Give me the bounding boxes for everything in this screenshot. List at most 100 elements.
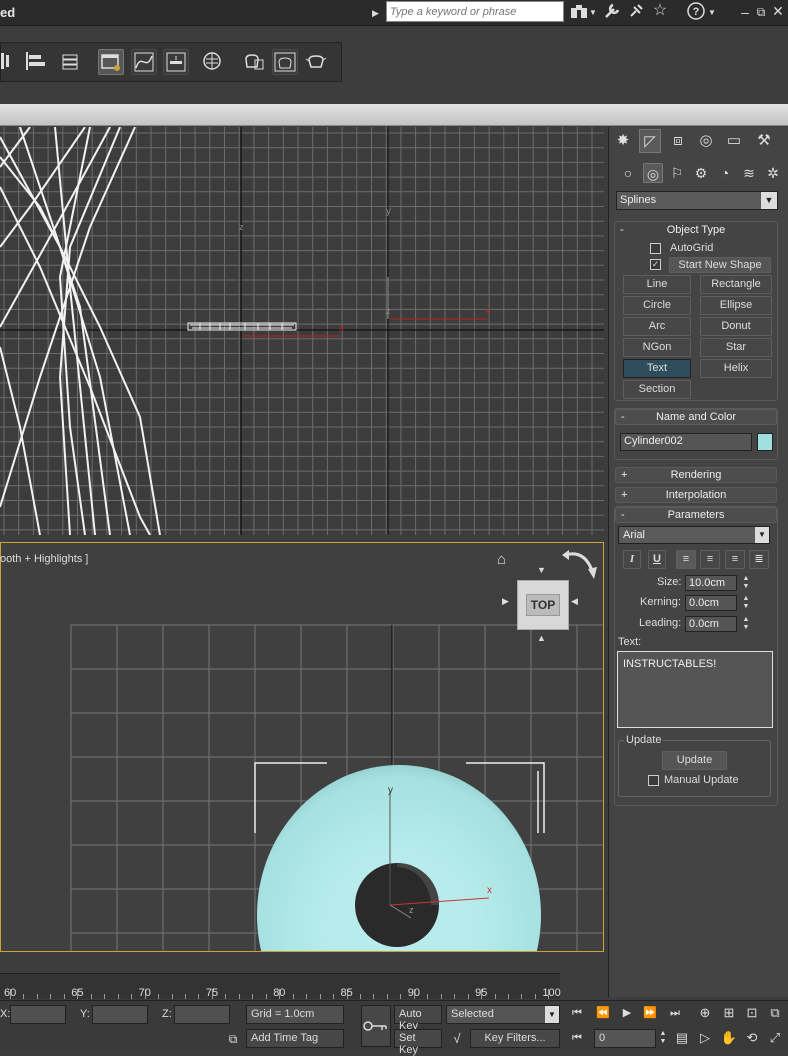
start-new-shape-checkbox[interactable]: ✓ (650, 259, 661, 270)
pan-icon[interactable]: ✋ (720, 1029, 738, 1047)
object-type-button-donut[interactable]: Donut (700, 317, 772, 336)
spacewarps-icon[interactable]: ≋ (739, 163, 759, 183)
auto-key-button[interactable]: Auto Key (394, 1005, 442, 1032)
help-icon[interactable]: ? (686, 2, 706, 24)
tab-modify-icon[interactable]: ◸ (639, 129, 661, 153)
viewcube-arrow-up[interactable]: ▼ (537, 565, 546, 575)
justify-icon[interactable]: ≣ (749, 550, 769, 569)
prev-frame-icon[interactable]: ⏪ (594, 1004, 612, 1022)
category-dropdown[interactable]: Splines ▼ (616, 191, 778, 210)
object-type-button-ngon[interactable]: NGon (623, 338, 691, 357)
scene-explorer-button[interactable] (98, 49, 124, 75)
viewcube[interactable]: TOP (517, 580, 569, 630)
object-type-button-arc[interactable]: Arc (623, 317, 691, 336)
render-setup-button[interactable] (241, 49, 267, 75)
underline-icon[interactable]: U (648, 550, 666, 569)
lights-icon[interactable]: ⚐ (667, 163, 687, 183)
rendered-frame-button[interactable] (272, 49, 298, 75)
y-coord-field[interactable] (92, 1005, 148, 1024)
goto-end-icon[interactable]: ⏭ (666, 1004, 684, 1022)
object-type-button-star[interactable]: Star (700, 338, 772, 357)
render-button[interactable] (304, 49, 330, 75)
text-input[interactable]: INSTRUCTABLES! (617, 651, 773, 728)
key-tangent-icon[interactable]: √ (448, 1030, 466, 1048)
time-tag-icon[interactable]: ⧉ (224, 1030, 242, 1048)
close-icon[interactable]: ✕ (770, 2, 786, 20)
satellite-icon[interactable] (626, 3, 646, 23)
time-config-icon[interactable]: ▤ (673, 1029, 691, 1047)
frame-spinner[interactable]: ▲ ▼ (658, 1030, 668, 1046)
font-dropdown[interactable]: Arial ▼ (618, 526, 770, 544)
set-key-button[interactable]: Set Key (394, 1029, 442, 1056)
align-left-icon[interactable]: ≡ (676, 550, 696, 569)
key-mode-icon[interactable]: ⏮ (568, 1029, 586, 1047)
cameras-icon[interactable]: ⚙ (691, 163, 711, 183)
current-frame-field[interactable]: 0 (594, 1029, 656, 1048)
object-type-button-helix[interactable]: Helix (700, 359, 772, 378)
tab-motion-icon[interactable]: ◎ (695, 129, 717, 153)
update-button[interactable]: Update (662, 751, 727, 770)
binoculars-icon[interactable] (568, 3, 590, 23)
add-time-tag-button[interactable]: Add Time Tag (246, 1029, 344, 1048)
object-type-header[interactable]: - Object Type (615, 223, 777, 239)
z-coord-field[interactable] (174, 1005, 230, 1024)
parameters-header[interactable]: - Parameters (615, 507, 777, 523)
object-color-swatch[interactable] (757, 433, 773, 451)
play-icon[interactable]: ▶ (618, 1004, 636, 1022)
helpers-icon[interactable]: ◔ (715, 163, 735, 183)
align-center-icon[interactable]: ≡ (700, 550, 720, 569)
object-type-button-rectangle[interactable]: Rectangle (700, 275, 772, 294)
align-right-icon[interactable]: ≡ (725, 550, 745, 569)
autogrid-checkbox[interactable] (650, 243, 661, 254)
tab-create-icon[interactable]: ✸ (612, 129, 634, 153)
home-icon[interactable]: ⌂ (497, 551, 506, 568)
star-icon[interactable]: ☆ (650, 2, 670, 20)
italic-icon[interactable]: I (623, 550, 641, 569)
size-spinner[interactable]: ▲ ▼ (741, 575, 751, 591)
zoom-extents-all-icon[interactable]: ⧉ (766, 1004, 784, 1022)
tab-display-icon[interactable]: ▭ (723, 129, 745, 153)
material-editor-button[interactable] (201, 49, 227, 75)
viewport-perspective[interactable]: y x z ⌂ ▼ ▶ ◀ ▲ TOP (0, 542, 604, 952)
viewport-front[interactable]: x x y z z (0, 127, 604, 535)
fov-icon[interactable]: ▷ (696, 1029, 714, 1047)
mirror-button[interactable] (0, 49, 17, 75)
wrench-icon[interactable] (602, 3, 622, 23)
selection-set-dropdown[interactable]: Selected ▼ (446, 1005, 560, 1024)
start-new-shape-button[interactable]: Start New Shape (669, 257, 771, 273)
viewcube-arrow-left[interactable]: ▶ (502, 596, 509, 607)
tab-hierarchy-icon[interactable]: ⧈ (667, 129, 689, 153)
viewcube-arrow-right[interactable]: ◀ (571, 596, 578, 607)
object-type-button-line[interactable]: Line (623, 275, 691, 294)
align-button[interactable] (23, 49, 49, 75)
geometry-icon[interactable]: ○ (618, 163, 638, 183)
zoom-icon[interactable]: ⊕ (696, 1004, 714, 1022)
size-field[interactable]: 10.0cm (685, 575, 737, 591)
x-coord-field[interactable] (10, 1005, 66, 1024)
restore-icon[interactable]: ⧉ (752, 3, 770, 21)
layer-manager-button[interactable] (59, 49, 85, 75)
object-type-button-text[interactable]: Text (623, 359, 691, 378)
kerning-field[interactable]: 0.0cm (685, 595, 737, 611)
systems-icon[interactable]: ✲ (763, 163, 783, 183)
kerning-spinner[interactable]: ▲ ▼ (741, 595, 751, 611)
name-color-header[interactable]: - Name and Color (615, 409, 777, 425)
manual-update-checkbox[interactable] (648, 775, 659, 786)
object-name-field[interactable]: Cylinder002 (620, 433, 752, 451)
chevron-down-icon[interactable]: ▼ (589, 4, 597, 22)
goto-start-icon[interactable]: ⏮ (568, 1004, 586, 1022)
set-key-mode-button[interactable] (361, 1005, 391, 1047)
viewport-label[interactable]: ooth + Highlights ] (0, 553, 88, 565)
interpolation-header[interactable]: + Interpolation (615, 487, 777, 503)
dope-sheet-button[interactable] (163, 49, 189, 75)
minimize-icon[interactable]: – (738, 3, 752, 21)
leading-spinner[interactable]: ▲ ▼ (741, 616, 751, 632)
key-filters-button[interactable]: Key Filters... (470, 1029, 560, 1048)
rendering-header[interactable]: + Rendering (615, 467, 777, 483)
object-type-button-section[interactable]: Section (623, 380, 691, 399)
zoom-all-icon[interactable]: ⊞ (720, 1004, 738, 1022)
help-dropdown-icon[interactable]: ▼ (708, 4, 716, 22)
orbit-icon[interactable]: ⟲ (743, 1029, 761, 1047)
maximize-viewport-icon[interactable]: ⤢ (766, 1029, 784, 1047)
search-input[interactable] (386, 1, 564, 22)
